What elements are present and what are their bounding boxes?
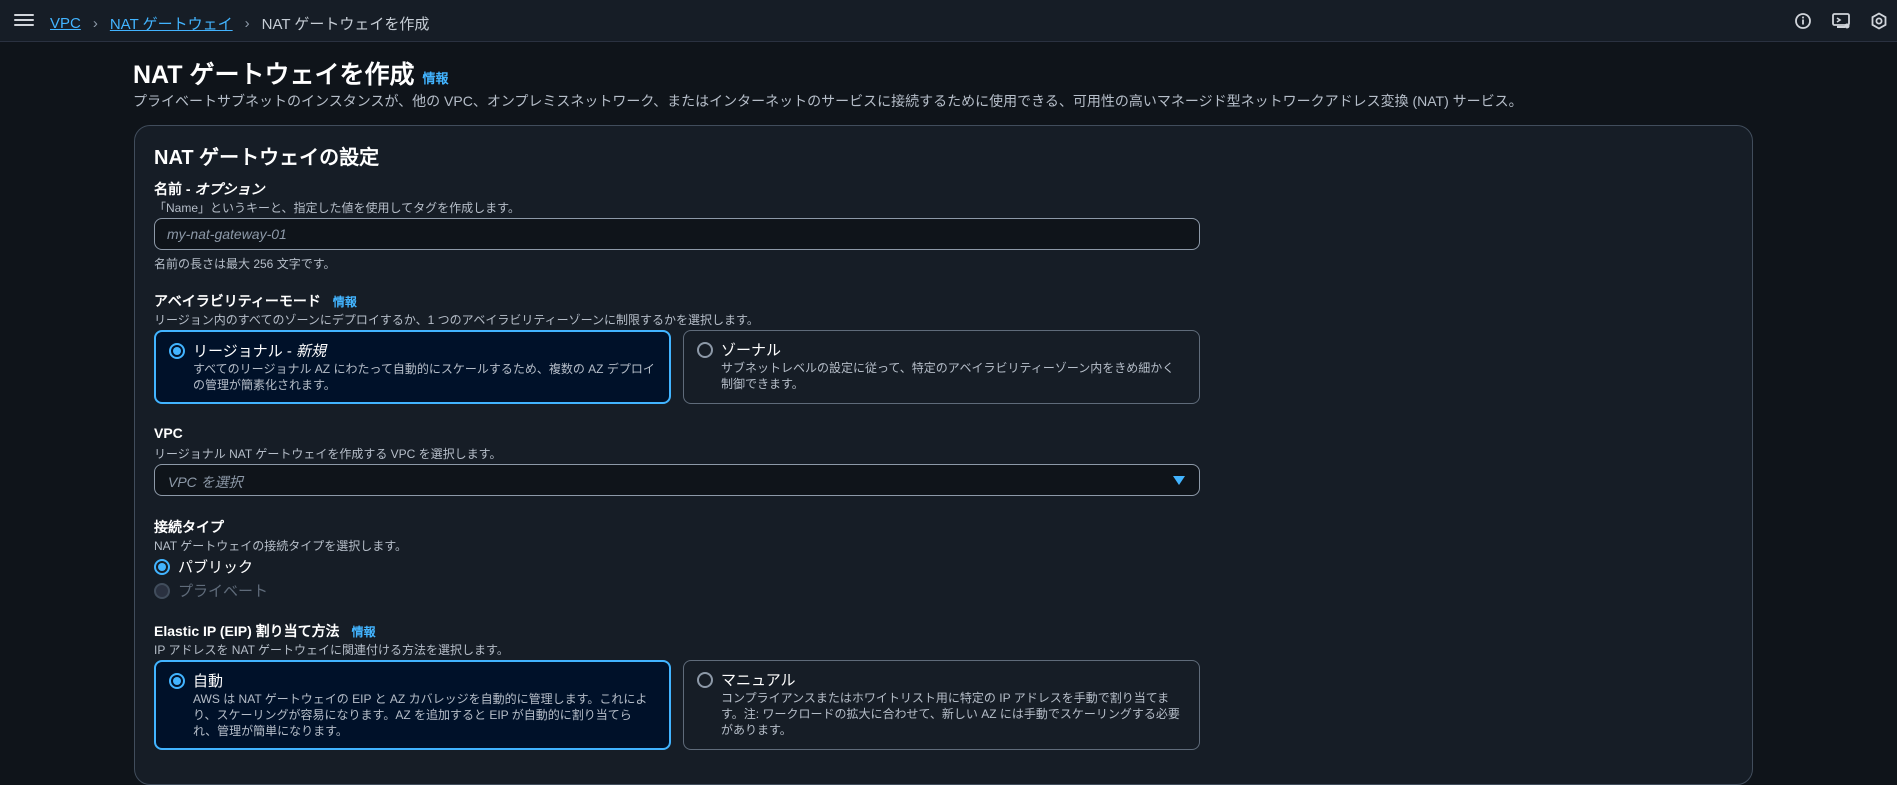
- connectivity-public-option[interactable]: パブリック: [154, 556, 253, 577]
- vpc-label-text: VPC: [154, 425, 183, 441]
- name-description: 「Name」というキーと、指定した値を使用してタグを作成します。: [154, 201, 520, 215]
- zonal-description: サブネットレベルの設定に従って、特定のアベイラビリティーゾーン内をきめ細かく制御…: [721, 361, 1175, 391]
- chevron-right-icon: ›: [244, 15, 250, 32]
- name-constraint: 名前の長さは最大 256 文字です。: [154, 257, 336, 271]
- eip-allocation-description: IP アドレスを NAT ゲートウェイに関連付ける方法を選択します。: [154, 643, 509, 657]
- availability-info-link[interactable]: 情報: [333, 293, 357, 310]
- eip-manual-option-tile[interactable]: マニュアル コンプライアンスまたはホワイトリスト用に特定の IP アドレスを手動…: [683, 660, 1200, 750]
- info-circle-icon[interactable]: [1793, 11, 1813, 31]
- public-radio[interactable]: [154, 558, 170, 575]
- eip-manual-radio[interactable]: [697, 672, 713, 688]
- eip-auto-title: 自動: [193, 673, 224, 690]
- breadcrumb: VPC › NAT ゲートウェイ › NAT ゲートウェイを作成: [50, 13, 429, 34]
- regional-description: すべてのリージョナル AZ にわたって自動的にスケールするため、複数の AZ デ…: [193, 362, 655, 392]
- page-info-link[interactable]: 情報: [422, 68, 448, 87]
- eip-allocation-label: Elastic IP (EIP) 割り当て方法 情報: [154, 621, 376, 641]
- eip-allocation-label-text: Elastic IP (EIP) 割り当て方法: [154, 623, 340, 639]
- eip-auto-description: AWS は NAT ゲートウェイの EIP と AZ カバレッジを自動的に管理し…: [193, 692, 648, 738]
- eip-manual-description: コンプライアンスまたはホワイトリスト用に特定の IP アドレスを手動で割り当てま…: [721, 691, 1180, 737]
- name-label-text: 名前 -: [154, 181, 195, 197]
- private-label: プライベート: [178, 583, 269, 600]
- availability-mode-label: アベイラビリティーモード 情報: [154, 291, 357, 311]
- page-description: プライベートサブネットのインスタンスが、他の VPC、オンプレミスネットワーク、…: [133, 93, 1523, 109]
- connectivity-type-label: 接続タイプ: [154, 517, 224, 537]
- page-title-text: NAT ゲートウェイを作成: [133, 61, 415, 89]
- zonal-title: ゾーナル: [721, 342, 782, 359]
- breadcrumb-current: NAT ゲートウェイを作成: [261, 16, 430, 33]
- vpc-select[interactable]: VPC を選択: [154, 464, 1200, 496]
- regional-radio[interactable]: [169, 343, 185, 359]
- eip-auto-option-tile[interactable]: 自動 AWS は NAT ゲートウェイの EIP と AZ カバレッジを自動的に…: [154, 660, 671, 750]
- vpc-select-placeholder: VPC を選択: [168, 474, 243, 490]
- name-input[interactable]: [154, 218, 1200, 250]
- breadcrumb-nat-gateway-link[interactable]: NAT ゲートウェイ: [110, 13, 233, 34]
- public-label: パブリック: [178, 559, 254, 576]
- connectivity-type-description: NAT ゲートウェイの接続タイプを選択します。: [154, 539, 408, 553]
- name-label: 名前 - オプション: [154, 179, 264, 199]
- regional-title: リージョナル - 新規: [193, 343, 327, 360]
- chevron-right-icon: ›: [92, 15, 98, 32]
- vpc-label: VPC: [154, 425, 183, 441]
- zonal-option-tile[interactable]: ゾーナル サブネットレベルの設定に従って、特定のアベイラビリティーゾーン内をきめ…: [683, 330, 1200, 404]
- top-navigation-bar: VPC › NAT ゲートウェイ › NAT ゲートウェイを作成: [0, 0, 1897, 42]
- name-label-optional: オプション: [194, 181, 265, 197]
- breadcrumb-vpc-link[interactable]: VPC: [50, 15, 81, 32]
- connectivity-type-label-text: 接続タイプ: [154, 519, 224, 535]
- card-title: NAT ゲートウェイの設定: [154, 147, 380, 169]
- private-radio: [154, 582, 170, 599]
- eip-info-link[interactable]: 情報: [352, 623, 376, 640]
- cloudshell-icon[interactable]: [1831, 11, 1851, 31]
- menu-hamburger-icon[interactable]: [14, 11, 34, 31]
- caret-down-icon: [1173, 476, 1185, 485]
- regional-option-tile[interactable]: リージョナル - 新規 すべてのリージョナル AZ にわたって自動的にスケールす…: [154, 330, 671, 404]
- settings-hex-icon[interactable]: [1869, 11, 1889, 31]
- eip-auto-radio[interactable]: [169, 673, 185, 689]
- vpc-description: リージョナル NAT ゲートウェイを作成する VPC を選択します。: [154, 447, 502, 461]
- page-title: NAT ゲートウェイを作成 情報: [133, 55, 449, 91]
- availability-mode-label-text: アベイラビリティーモード: [154, 293, 321, 309]
- header-tools: [1793, 11, 1889, 31]
- eip-manual-title: マニュアル: [721, 672, 796, 689]
- connectivity-private-option: プライベート: [154, 580, 268, 601]
- availability-mode-description: リージョン内のすべてのゾーンにデプロイするか、1 つのアベイラビリティーゾーンに…: [154, 313, 759, 327]
- zonal-radio[interactable]: [697, 342, 713, 358]
